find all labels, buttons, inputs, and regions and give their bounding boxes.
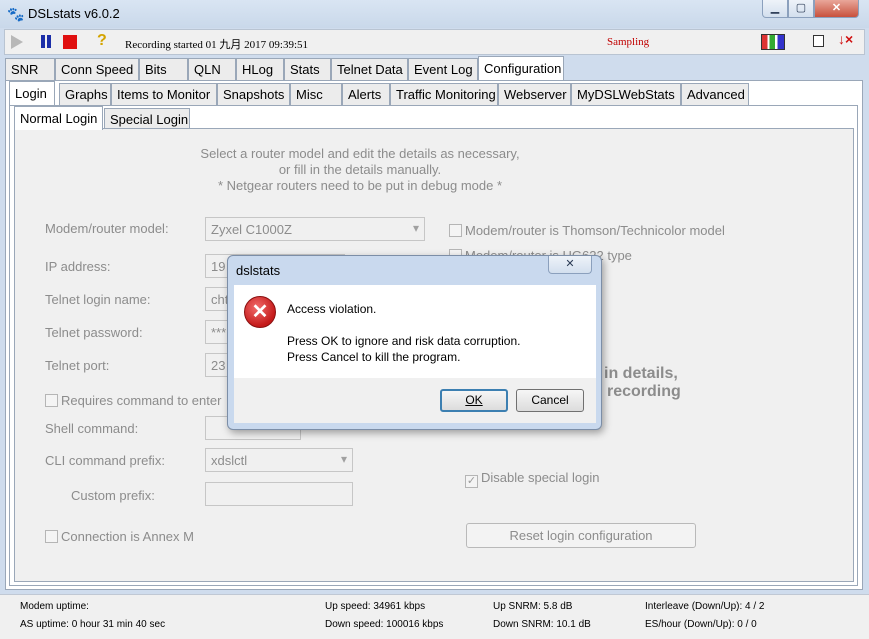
download-x-icon[interactable]: ↓×: [838, 31, 853, 47]
window-title: DSLstats v6.0.2: [28, 6, 120, 21]
tab-graphs[interactable]: Graphs: [59, 83, 111, 105]
tab-telnet-data[interactable]: Telnet Data: [331, 58, 408, 80]
cancel-button[interactable]: Cancel: [516, 389, 584, 412]
maximize-button[interactable]: ▢: [788, 0, 814, 18]
custom-prefix-field[interactable]: [205, 482, 353, 506]
ip-label: IP address:: [45, 259, 111, 274]
tab-special-login[interactable]: Special Login: [104, 108, 190, 130]
close-button[interactable]: ✕: [814, 0, 859, 18]
custom-prefix-label: Custom prefix:: [71, 488, 155, 503]
dialog-line-2: Press OK to ignore and risk data corrupt…: [287, 334, 521, 348]
disable-special-login-label: Disable special login: [481, 470, 600, 485]
tab-hlog[interactable]: HLog: [236, 58, 284, 80]
hint-line-2: or fill in the details manually.: [278, 162, 442, 177]
tab-conn-speed[interactable]: Conn Speed: [55, 58, 139, 80]
status-bar: Modem uptime: AS uptime: 0 hour 31 min 4…: [0, 594, 869, 639]
chart-icon[interactable]: [761, 34, 785, 50]
dialog-close-button[interactable]: ✕: [548, 256, 592, 274]
es-hour: ES/hour (Down/Up): 0 / 0: [645, 619, 757, 630]
tab-snapshots[interactable]: Snapshots: [217, 83, 290, 105]
checkmark-icon: ✓: [465, 475, 478, 488]
help-icon[interactable]: ?: [97, 33, 113, 49]
app-paw-icon: 🐾: [7, 6, 25, 22]
error-dialog: dslstats ✕ ✕ Access violation. Press OK …: [227, 255, 602, 430]
dialog-line-3: Press Cancel to kill the program.: [287, 350, 461, 364]
checkbox-box: [449, 224, 462, 237]
disable-special-login-checkbox[interactable]: ✓ Disable special login: [465, 470, 600, 488]
requires-command-checkbox[interactable]: Requires command to enter: [45, 393, 221, 408]
model-select[interactable]: Zyxel C1000Z: [205, 217, 425, 241]
tab-configuration[interactable]: Configuration: [478, 56, 564, 80]
cli-prefix-label: CLI command prefix:: [45, 453, 165, 468]
dialog-body: ✕ Access violation. Press OK to ignore a…: [234, 285, 596, 378]
toolbar: ? Recording started 01 九月 2017 09:39:51 …: [4, 29, 865, 55]
dialog-message: Access violation.: [287, 302, 377, 316]
requires-command-label: Requires command to enter: [61, 393, 222, 408]
play-icon[interactable]: [11, 35, 23, 49]
hint-line-1: Select a router model and edit the detai…: [200, 146, 520, 161]
tab-traffic-monitoring[interactable]: Traffic Monitoring: [390, 83, 498, 105]
tab-normal-login[interactable]: Normal Login: [14, 106, 103, 130]
tab-login[interactable]: Login: [9, 81, 55, 105]
annex-m-checkbox[interactable]: Connection is Annex M: [45, 529, 194, 544]
title-bar: 🐾 DSLstats v6.0.2 ▁ ▢ ✕: [0, 0, 869, 28]
dialog-title: dslstats: [236, 263, 281, 278]
ok-label: OK: [465, 393, 483, 407]
telnet-port-label: Telnet port:: [45, 358, 110, 373]
ok-button[interactable]: OK: [440, 389, 508, 412]
down-snrm: Down SNRM: 10.1 dB: [493, 619, 591, 630]
down-speed: Down speed: 100016 kbps: [325, 619, 444, 630]
hint-line-3: * Netgear routers need to be put in debu…: [217, 178, 503, 193]
modem-uptime: Modem uptime:: [20, 601, 89, 612]
restore-icon[interactable]: [813, 35, 824, 47]
notice-line-1: in details,: [604, 365, 678, 382]
pause-icon[interactable]: [39, 34, 55, 50]
tab-webserver[interactable]: Webserver: [498, 83, 571, 105]
checkbox-box: [45, 530, 58, 543]
minimize-button[interactable]: ▁: [762, 0, 788, 18]
tab-snr[interactable]: SNR: [5, 58, 55, 80]
shell-command-label: Shell command:: [45, 421, 139, 436]
recording-status: Recording started 01 九月 2017 09:39:51: [125, 39, 309, 51]
sampling-status: Sampling: [607, 36, 650, 48]
tab-stats[interactable]: Stats: [284, 58, 331, 80]
checkbox-box: [45, 394, 58, 407]
tab-event-log[interactable]: Event Log: [408, 58, 478, 80]
up-speed: Up speed: 34961 kbps: [325, 601, 426, 612]
cli-prefix-select[interactable]: xdslctl: [205, 448, 353, 472]
tab-items-to-monitor[interactable]: Items to Monitor: [111, 83, 217, 105]
main-window: 🐾 DSLstats v6.0.2 ▁ ▢ ✕ ? Recording star…: [0, 0, 869, 639]
tab-misc[interactable]: Misc: [290, 83, 342, 105]
annex-m-label: Connection is Annex M: [61, 529, 194, 544]
tab-bits[interactable]: Bits: [139, 58, 188, 80]
tab-qln[interactable]: QLN: [188, 58, 236, 80]
up-snrm: Up SNRM: 5.8 dB: [493, 601, 573, 612]
telnet-login-label: Telnet login name:: [45, 292, 151, 307]
model-label: Modem/router model:: [45, 221, 169, 236]
reset-login-button[interactable]: Reset login configuration: [466, 523, 696, 548]
tab-alerts[interactable]: Alerts: [342, 83, 390, 105]
thomson-checkbox[interactable]: Modem/router is Thomson/Technicolor mode…: [449, 223, 725, 238]
stop-icon[interactable]: [63, 35, 77, 49]
notice-line-2: recording: [607, 383, 681, 400]
thomson-label: Modem/router is Thomson/Technicolor mode…: [465, 223, 725, 238]
interleave: Interleave (Down/Up): 4 / 2: [645, 601, 765, 612]
tab-advanced[interactable]: Advanced: [681, 83, 749, 105]
tab-mydslwebstats[interactable]: MyDSLWebStats: [571, 83, 681, 105]
error-icon: ✕: [244, 296, 276, 328]
as-uptime: AS uptime: 0 hour 31 min 40 sec: [20, 619, 166, 630]
dialog-footer: OK Cancel: [234, 378, 596, 423]
telnet-password-label: Telnet password:: [45, 325, 143, 340]
